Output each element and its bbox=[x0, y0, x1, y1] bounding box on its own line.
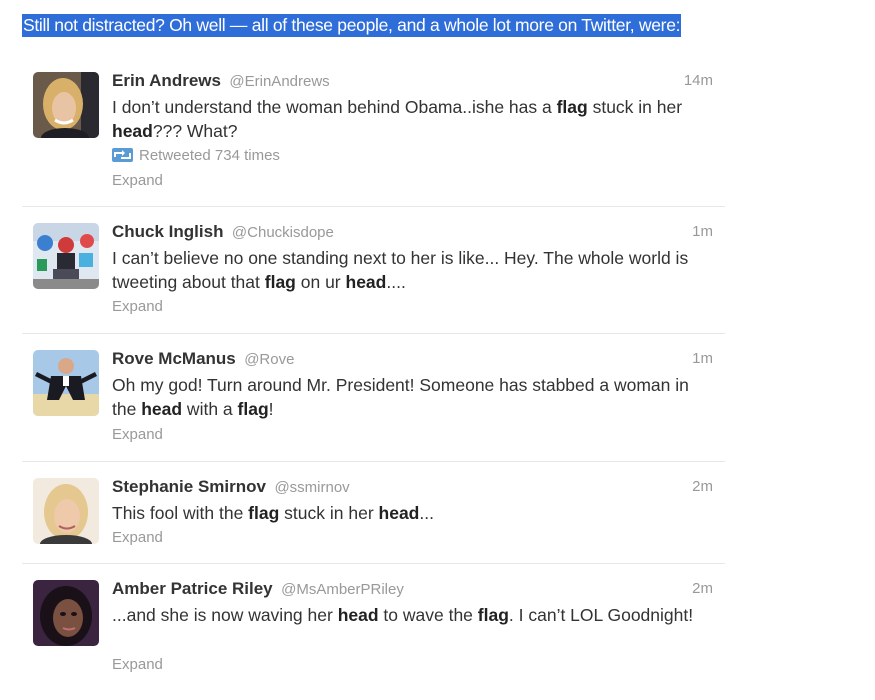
username[interactable]: @Rove bbox=[244, 351, 294, 368]
expand-link[interactable]: Expand bbox=[112, 172, 163, 190]
fullname[interactable]: Stephanie Smirnov bbox=[112, 477, 266, 496]
username[interactable]: @Chuckisdope bbox=[232, 224, 334, 241]
highlighted-term: head bbox=[345, 272, 387, 292]
timestamp[interactable]: 2m bbox=[692, 477, 713, 497]
tweet-text-run: .... bbox=[386, 272, 406, 292]
avatar[interactable] bbox=[33, 350, 99, 416]
tweet-text: I can’t believe no one standing next to … bbox=[112, 246, 705, 294]
tweet-text-run: stuck in her bbox=[587, 97, 683, 117]
highlighted-term: head bbox=[112, 121, 153, 141]
fullname[interactable]: Rove McManus bbox=[112, 349, 236, 368]
avatar[interactable] bbox=[33, 580, 99, 646]
tweet-item[interactable]: Chuck Inglish @Chuckisdope 1m I can’t be… bbox=[22, 207, 725, 334]
tweet-text-run: ...and she is now waving her bbox=[112, 605, 338, 625]
username[interactable]: @ssmirnov bbox=[274, 479, 349, 496]
highlighted-term: flag bbox=[237, 399, 269, 419]
fullname[interactable]: Chuck Inglish bbox=[112, 222, 223, 241]
tweet-item[interactable]: Erin Andrews @ErinAndrews 14m I don’t un… bbox=[22, 56, 725, 207]
page: Still not distracted? Oh well — all of t… bbox=[0, 0, 875, 700]
tweet-text-run: . I can’t LOL Goodnight! bbox=[508, 605, 694, 625]
avatar[interactable] bbox=[33, 223, 99, 289]
tweet-text-run: to wave the bbox=[378, 605, 478, 625]
username[interactable]: @MsAmberPRiley bbox=[281, 581, 404, 598]
tweet-item[interactable]: Rove McManus @Rove 1m Oh my god! Turn ar… bbox=[22, 334, 725, 462]
highlighted-term: flag bbox=[477, 605, 509, 625]
tweet-text: ...and she is now waving her head to wav… bbox=[112, 603, 705, 627]
avatar[interactable] bbox=[33, 72, 99, 138]
expand-link[interactable]: Expand bbox=[112, 298, 163, 316]
tweet-text-run: ... bbox=[419, 503, 434, 523]
tweet-text-run: with a bbox=[182, 399, 238, 419]
highlighted-term: head bbox=[337, 605, 379, 625]
expand-link[interactable]: Expand bbox=[112, 656, 163, 674]
tweet-item[interactable]: Amber Patrice Riley @MsAmberPRiley 2m ..… bbox=[22, 564, 725, 692]
timestamp[interactable]: 14m bbox=[684, 71, 713, 91]
tweet-text-run: ! bbox=[268, 399, 274, 419]
fullname[interactable]: Amber Patrice Riley bbox=[112, 579, 273, 598]
retweet-count: Retweeted 734 times bbox=[112, 147, 280, 165]
timestamp[interactable]: 1m bbox=[692, 222, 713, 242]
tweet-text-run: This fool with the bbox=[112, 503, 249, 523]
expand-link[interactable]: Expand bbox=[112, 529, 163, 547]
tweet-text-run: ??? What? bbox=[152, 121, 238, 141]
retweet-icon bbox=[112, 148, 133, 162]
fullname[interactable]: Erin Andrews bbox=[112, 71, 221, 90]
tweet-text-run: I don’t understand the woman behind Obam… bbox=[112, 97, 557, 117]
headline: Still not distracted? Oh well — all of t… bbox=[22, 14, 682, 37]
tweet-text: I don’t understand the woman behind Obam… bbox=[112, 95, 705, 143]
avatar[interactable] bbox=[33, 478, 99, 544]
retweet-label: Retweeted 734 times bbox=[139, 147, 280, 164]
highlighted-term: head bbox=[378, 503, 420, 523]
timestamp[interactable]: 1m bbox=[692, 349, 713, 369]
tweet-text: Oh my god! Turn around Mr. President! So… bbox=[112, 373, 705, 421]
highlighted-term: head bbox=[141, 399, 183, 419]
tweet-text-run: on ur bbox=[295, 272, 346, 292]
highlighted-term: flag bbox=[556, 97, 588, 117]
tweet-text: This fool with the flag stuck in her hea… bbox=[112, 501, 705, 525]
highlighted-term: flag bbox=[264, 272, 296, 292]
tweet-feed: Erin Andrews @ErinAndrews 14m I don’t un… bbox=[22, 56, 725, 692]
expand-link[interactable]: Expand bbox=[112, 426, 163, 444]
timestamp[interactable]: 2m bbox=[692, 579, 713, 599]
highlighted-term: flag bbox=[248, 503, 280, 523]
tweet-item[interactable]: Stephanie Smirnov @ssmirnov 2m This fool… bbox=[22, 462, 725, 564]
username[interactable]: @ErinAndrews bbox=[229, 73, 329, 90]
tweet-text-run: stuck in her bbox=[279, 503, 379, 523]
